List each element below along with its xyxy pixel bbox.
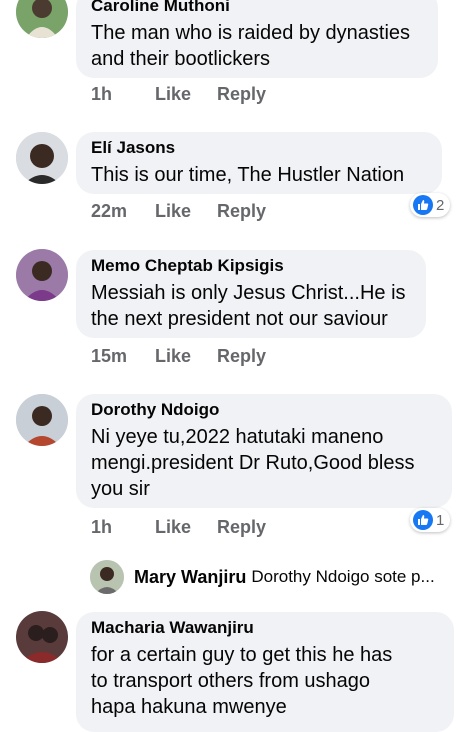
timestamp[interactable]: 1h [91, 517, 155, 538]
reply-author-name[interactable]: Mary Wanjiru [134, 567, 246, 588]
profile-photo-icon [16, 0, 68, 38]
avatar[interactable] [90, 560, 124, 594]
reaction-count: 2 [436, 196, 445, 214]
avatar[interactable] [16, 0, 68, 38]
author-name[interactable]: Elí Jasons [91, 138, 428, 158]
reply-button[interactable]: Reply [217, 346, 266, 367]
profile-photo-icon [16, 611, 68, 663]
avatar[interactable] [16, 132, 68, 184]
profile-photo-icon [16, 132, 68, 184]
timestamp[interactable]: 15m [91, 346, 155, 367]
reply-text[interactable]: Dorothy Ndoigo sote p... [251, 567, 434, 587]
comment-text: The man who is raided by dynasties and t… [91, 22, 411, 70]
author-name[interactable]: Macharia Wawanjiru [91, 618, 440, 638]
profile-photo-icon [90, 560, 124, 594]
author-name[interactable]: Caroline Muthoni [91, 0, 424, 16]
profile-photo-icon [16, 394, 68, 446]
timestamp[interactable]: 22m [91, 201, 155, 222]
author-name[interactable]: Memo Cheptab Kipsigis [91, 256, 412, 276]
avatar[interactable] [16, 249, 68, 301]
profile-photo-icon [16, 249, 68, 301]
avatar[interactable] [16, 394, 68, 446]
reply-preview[interactable]: Mary Wanjiru Dorothy Ndoigo sote p... [90, 560, 435, 594]
comment-actions: 1h Like Reply [91, 84, 266, 105]
thumbs-up-icon [413, 510, 433, 530]
comment-bubble: Caroline Muthoni The man who is raided b… [76, 0, 438, 78]
comment-bubble: Macharia Wawanjiru for a certain guy to … [76, 612, 454, 732]
like-button[interactable]: Like [155, 346, 217, 367]
thumbs-up-icon [413, 195, 433, 215]
reaction-count-badge[interactable]: 1 [410, 508, 451, 532]
like-button[interactable]: Like [155, 201, 217, 222]
author-name[interactable]: Dorothy Ndoigo [91, 400, 438, 420]
comment-actions: 1h Like Reply [91, 517, 266, 538]
like-button[interactable]: Like [155, 84, 217, 105]
comment-text: Ni yeye tu,2022 hatutaki maneno mengi.pr… [91, 426, 415, 500]
comment-bubble: Elí Jasons This is our time, The Hustler… [76, 132, 442, 194]
reaction-count: 1 [436, 511, 445, 529]
comment-text: for a certain guy to get this he has to … [91, 644, 393, 718]
reaction-count-badge[interactable]: 2 [410, 193, 451, 217]
avatar[interactable] [16, 611, 68, 663]
comment-actions: 15m Like Reply [91, 346, 266, 367]
comment-text: Messiah is only Jesus Christ...He is the… [91, 282, 406, 330]
comment-actions: 22m Like Reply [91, 201, 266, 222]
like-button[interactable]: Like [155, 517, 217, 538]
reply-button[interactable]: Reply [217, 517, 266, 538]
reply-button[interactable]: Reply [217, 201, 266, 222]
comment-text: This is our time, The Hustler Nation [91, 164, 405, 186]
comment-bubble: Memo Cheptab Kipsigis Messiah is only Je… [76, 250, 426, 338]
reply-button[interactable]: Reply [217, 84, 266, 105]
timestamp[interactable]: 1h [91, 84, 155, 105]
comment-bubble: Dorothy Ndoigo Ni yeye tu,2022 hatutaki … [76, 394, 452, 508]
